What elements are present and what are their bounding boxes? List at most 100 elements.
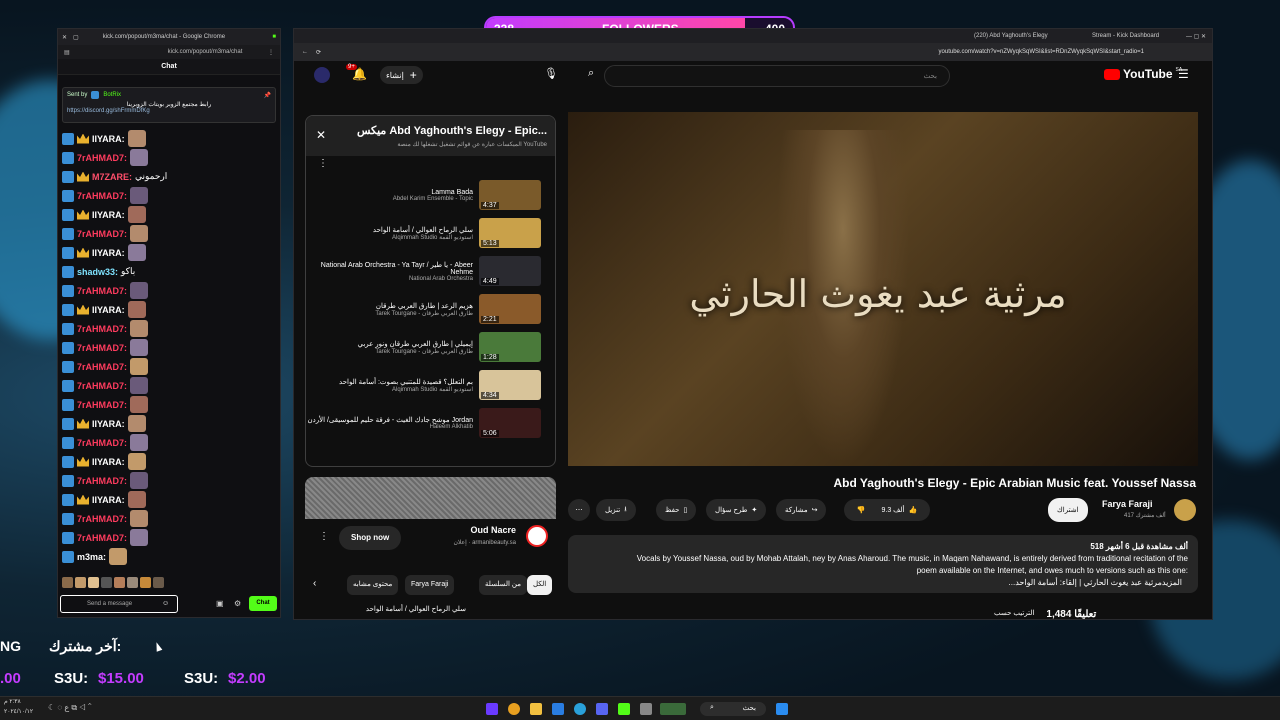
tray-icons[interactable]: ☾ ◌ ع ⧉ ◁ ⌃ <box>48 703 92 713</box>
yt-address-bar[interactable]: ← ⟳ youtube.com/watch?v=nZWyqkSqWSI&list… <box>294 43 1212 61</box>
emote-icon[interactable] <box>153 577 164 588</box>
store-icon[interactable] <box>552 703 564 715</box>
kick-icon[interactable] <box>618 703 630 715</box>
chip-all[interactable]: الكل <box>527 575 553 595</box>
chat-username[interactable]: IIYARA: <box>92 419 125 429</box>
chat-username[interactable]: shadw33: <box>77 267 118 277</box>
channel-name[interactable]: Farya Faraji <box>1102 499 1153 509</box>
chat-message[interactable]: 7rAHMAD7: <box>62 281 276 300</box>
playlist-item[interactable]: سلي الرماح العوالي / أسامة الواحد Alqimma… <box>306 214 555 252</box>
playlist-item[interactable]: إيميلي | طارق العربي طرقان ونور عربي Tare… <box>306 328 555 366</box>
playlist-item[interactable]: National Arab Orchestra - Ya Tayr / يا ط… <box>306 252 555 290</box>
playlist-item[interactable]: Lamma Bada Abdel Karim Ensemble - Topic 4:… <box>306 176 555 214</box>
chat-message[interactable]: IIYARA: <box>62 414 276 433</box>
emote-icon[interactable] <box>140 577 151 588</box>
search-icon[interactable]: ⌕ <box>588 67 594 80</box>
chat-message[interactable]: 7rAHMAD7: <box>62 433 276 452</box>
channel-avatar[interactable] <box>1174 499 1196 521</box>
chat-username[interactable]: 7rAHMAD7: <box>77 191 127 201</box>
chat-message[interactable]: m3ma: <box>62 547 276 566</box>
minimize-icon[interactable]: ▢ <box>73 34 79 41</box>
close-icon[interactable]: ✕ <box>62 34 67 41</box>
chat-address-bar[interactable]: ▤ kick.com/popout/m3ma/chat ⋮ <box>58 45 280 59</box>
chat-username[interactable]: 7rAHMAD7: <box>77 343 127 353</box>
chat-message[interactable]: IIYARA: <box>62 490 276 509</box>
next-playlist-item[interactable]: سلي الرماح العوالي / أسامة الواحد <box>305 605 556 619</box>
chat-message[interactable]: 7rAHMAD7: <box>62 376 276 395</box>
app-icon[interactable] <box>640 703 652 715</box>
chip-channel[interactable]: Farya Faraji <box>405 575 455 595</box>
tab-youtube[interactable]: (220) Abd Yaghouth's Elegy <box>974 33 1048 39</box>
folder-icon[interactable] <box>530 703 542 715</box>
chat-username[interactable]: IIYARA: <box>92 457 125 467</box>
chat-message[interactable]: shadw33: باكو <box>62 262 276 281</box>
share-button[interactable]: مشاركة ↪ <box>776 499 827 521</box>
chat-message[interactable]: 7rAHMAD7: <box>62 338 276 357</box>
dislike-icon[interactable]: 👎 <box>857 506 866 514</box>
emote-icon[interactable] <box>75 577 86 588</box>
chat-username[interactable]: 7rAHMAD7: <box>77 514 127 524</box>
window-controls[interactable]: — ▢ ✕ <box>1186 33 1206 40</box>
mic-icon[interactable]: 🎙 <box>544 67 558 80</box>
chat-username[interactable]: 7rAHMAD7: <box>77 381 127 391</box>
chrome-icon[interactable] <box>508 703 520 715</box>
playlist-item[interactable]: بم التعلل؟ قصيدة للمتنبي بصوت: أسامة الو… <box>306 366 555 404</box>
chip-similar[interactable]: محتوى مشابه <box>347 575 399 595</box>
chat-message[interactable]: 7rAHMAD7: <box>62 395 276 414</box>
chat-username[interactable]: IIYARA: <box>92 210 125 220</box>
ad-menu-icon[interactable]: ⋮ <box>319 531 329 542</box>
pin-icon[interactable]: 📌 <box>264 92 271 99</box>
chat-message[interactable]: M7ZARE: ارحموني <box>62 167 276 186</box>
pinned-link[interactable]: https://discord.gg/shFrmmDfKg <box>67 108 271 114</box>
youtube-logo[interactable]: YouTube SA <box>1104 67 1182 81</box>
emote-icon[interactable] <box>62 577 73 588</box>
playlist-item[interactable]: هزيم الرعد | طارق العربي طرقان Tarek Tour… <box>306 290 555 328</box>
chat-username[interactable]: M7ZARE: <box>92 172 132 182</box>
chevron-left-icon[interactable]: ‹ <box>313 578 316 589</box>
chat-message[interactable]: 7rAHMAD7: <box>62 357 276 376</box>
settings-gear-icon[interactable]: ⚙ <box>234 599 241 608</box>
description-line-3[interactable]: مرثية عبد يغوث الحارثي | إلقاء: أسامة ال… <box>1015 578 1162 587</box>
chat-username[interactable]: IIYARA: <box>92 495 125 505</box>
chat-username[interactable]: IIYARA: <box>92 134 125 144</box>
chat-message[interactable]: 7rAHMAD7: <box>62 471 276 490</box>
menu-icon[interactable]: ⋮ <box>268 49 274 56</box>
chat-message[interactable]: 7rAHMAD7: <box>62 319 276 338</box>
avatar[interactable] <box>314 67 330 83</box>
chat-message[interactable]: IIYARA: <box>62 129 276 148</box>
create-button[interactable]: إنشاء + <box>380 66 423 84</box>
chat-username[interactable]: IIYARA: <box>92 248 125 258</box>
shop-now-button[interactable]: Shop now <box>339 526 402 550</box>
chat-send-button[interactable]: Chat <box>249 596 277 611</box>
chat-username[interactable]: 7rAHMAD7: <box>77 324 127 334</box>
chat-message-input[interactable]: Send a message <box>60 595 178 613</box>
subscribe-button[interactable]: اشتراك <box>1048 498 1088 522</box>
gift-icon[interactable]: ▣ <box>216 599 224 608</box>
video-player[interactable]: مرثية عبد يغوث الحارثي <box>568 112 1198 466</box>
save-button[interactable]: حفظ ▯ <box>656 499 697 521</box>
chip-series[interactable]: من السلسلة <box>479 575 527 595</box>
emoji-icon[interactable]: ☺ <box>162 600 169 607</box>
close-icon[interactable]: ✕ <box>316 128 326 142</box>
chat-username[interactable]: 7rAHMAD7: <box>77 362 127 372</box>
more-button[interactable]: ⋯ <box>568 499 590 521</box>
chat-username[interactable]: 7rAHMAD7: <box>77 153 127 163</box>
search-input[interactable]: بحث <box>604 65 950 87</box>
chat-message[interactable]: 7rAHMAD7: <box>62 148 276 167</box>
chat-username[interactable]: 7rAHMAD7: <box>77 476 127 486</box>
chat-message[interactable]: 7rAHMAD7: <box>62 528 276 547</box>
playlist-menu-icon[interactable]: ⋮ <box>318 158 328 169</box>
playlist-item[interactable]: موشح جادك الغيث - فرقة حليم للموسيقى/ ال… <box>306 404 555 442</box>
chat-username[interactable]: 7rAHMAD7: <box>77 229 127 239</box>
ask-button[interactable]: طرح سؤال ✦ <box>706 499 767 521</box>
chat-username[interactable]: 7rAHMAD7: <box>77 400 127 410</box>
chat-message[interactable]: IIYARA: <box>62 300 276 319</box>
hamburger-menu-icon[interactable]: ☰ <box>1178 67 1189 81</box>
ad-card[interactable]: ⋮ Shop now Oud Nacre إعلان · armanibeaut… <box>305 477 556 563</box>
download-button[interactable]: تنزيل ⭳ <box>596 499 636 521</box>
app-icon[interactable] <box>660 703 686 715</box>
chat-message[interactable]: IIYARA: <box>62 452 276 471</box>
chat-username[interactable]: 7rAHMAD7: <box>77 438 127 448</box>
windows-start-icon[interactable] <box>776 703 788 715</box>
chat-message[interactable]: IIYARA: <box>62 243 276 262</box>
